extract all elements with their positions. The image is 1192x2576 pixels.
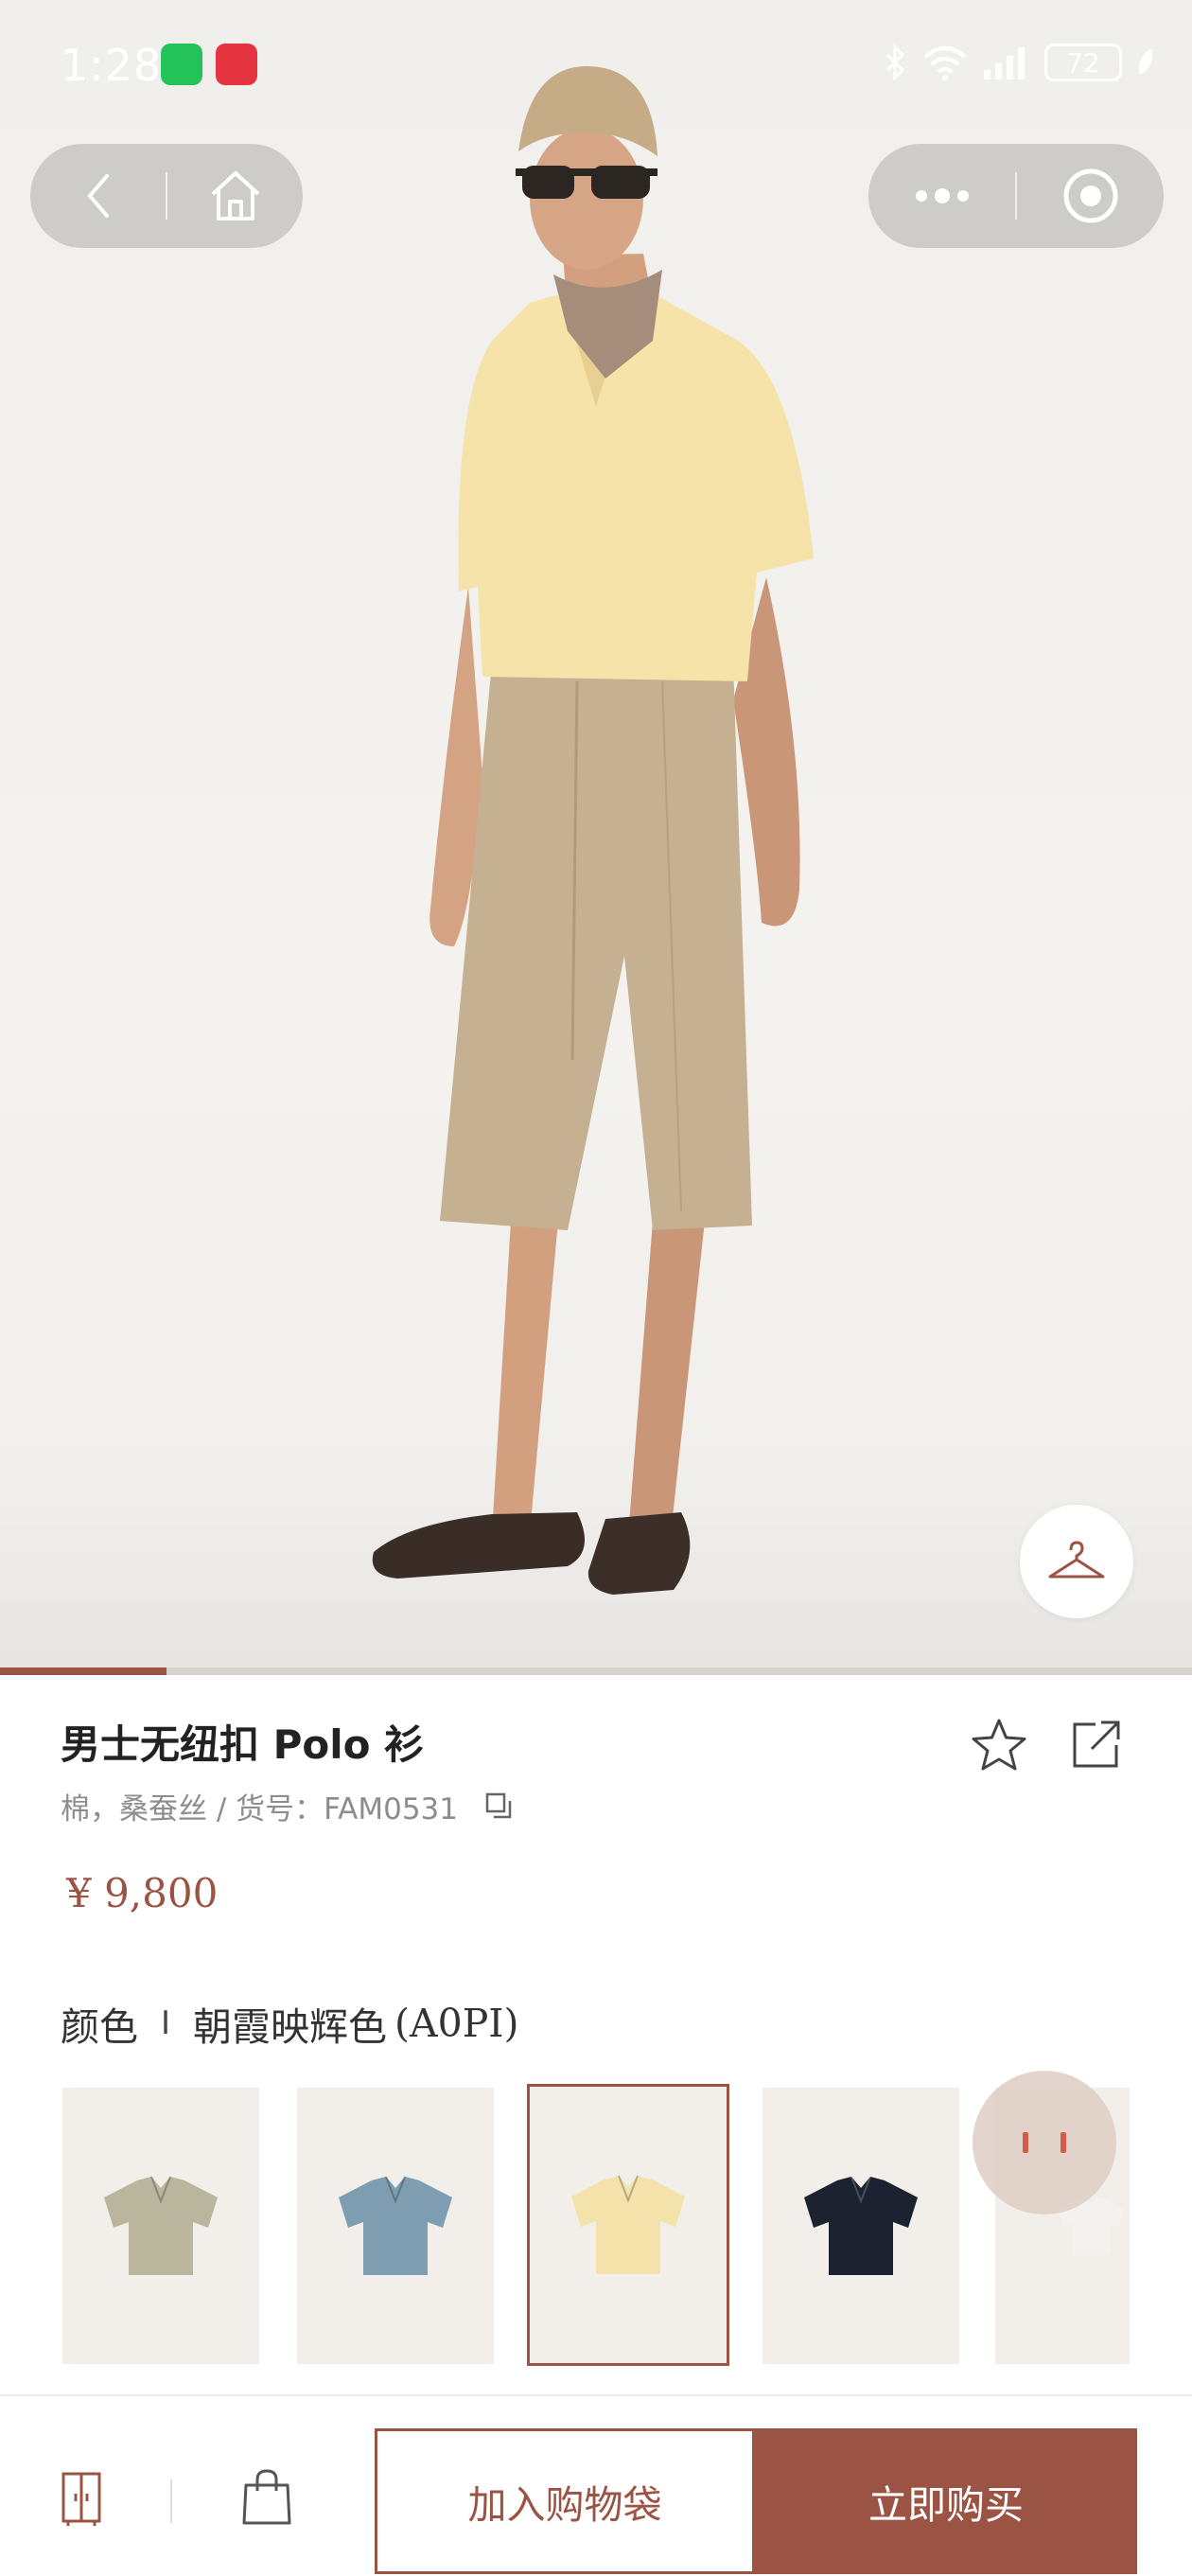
color-selector-label: 颜色 I 朝霞映辉色 (A0PI) [61,1995,519,2052]
status-indicators: 72 [884,44,1156,81]
back-button[interactable] [30,144,166,248]
favorite-button[interactable] [965,1711,1033,1779]
polo-thumbnail [339,2176,452,2275]
wardrobe-button[interactable] [49,2459,114,2540]
copy-icon [485,1792,512,1818]
floating-assistant-bubble[interactable] [973,2071,1116,2214]
bubble-mark-left [1023,2132,1028,2153]
gallery-progress-track [0,1667,1192,1675]
selected-color-code: (A0PI) [394,2001,519,2046]
home-icon [211,171,259,221]
wechat-app-icon [161,44,202,85]
try-on-hanger-button[interactable] [1020,1505,1133,1618]
product-price: ¥ 9,800 [66,1870,219,1916]
polo-thumbnail [571,2175,685,2274]
hanger-icon [1048,1541,1105,1579]
product-hero-image[interactable]: 1:28 72 [0,0,1192,1673]
more-dots-icon [915,188,969,203]
bottom-bar-divider [170,2479,172,2523]
star-icon [972,1719,1026,1771]
more-menu-button[interactable] [868,144,1015,248]
polo-thumbnail [104,2176,218,2275]
color-swatch-pale-yellow-selected[interactable] [527,2084,729,2366]
color-separator: I [161,2004,171,2042]
product-meta: 棉，桑蚕丝 / 货号：FAM0531 [61,1785,517,1827]
bluetooth-icon [885,44,905,81]
color-swatch-navy[interactable] [763,2088,959,2364]
battery-indicator: 72 [1044,44,1122,81]
model-illustration [372,66,814,1595]
navigation-capsule [30,144,303,248]
gallery-progress-fill [0,1667,167,1675]
product-title: 男士无纽扣 Polo 衫 [61,1721,425,1768]
share-button[interactable] [1061,1711,1130,1779]
miniprogram-capsule [868,144,1164,248]
chevron-left-icon [86,174,109,218]
xiaohongshu-app-icon [216,44,257,85]
close-miniprogram-button[interactable] [1017,144,1164,248]
leaf-icon [1138,48,1153,75]
wardrobe-icon [61,2472,101,2526]
color-label: 颜色 [61,2004,138,2050]
selected-color-name: 朝霞映辉色 [193,2004,388,2050]
wifi-icon [923,46,967,80]
shopping-bag-icon [242,2469,291,2525]
status-bar: 1:28 72 [0,0,1192,132]
home-button[interactable] [167,144,303,248]
copy-sku-button[interactable] [482,1790,517,1824]
buy-now-button[interactable]: 立即购买 [755,2428,1137,2574]
status-time: 1:28 [61,40,163,91]
add-to-bag-button[interactable]: 加入购物袋 [375,2428,755,2574]
bubble-mark-right [1061,2132,1066,2153]
shopping-bag-button[interactable] [233,2457,301,2538]
target-circle-icon [1063,168,1117,223]
polo-thumbnail [804,2176,918,2275]
share-external-icon [1073,1720,1120,1768]
material-and-sku: 棉，桑蚕丝 / 货号：FAM0531 [61,1792,458,1826]
color-swatch-blue[interactable] [297,2088,494,2364]
signal-icon [984,47,1025,79]
color-swatch-sage[interactable] [62,2088,259,2364]
